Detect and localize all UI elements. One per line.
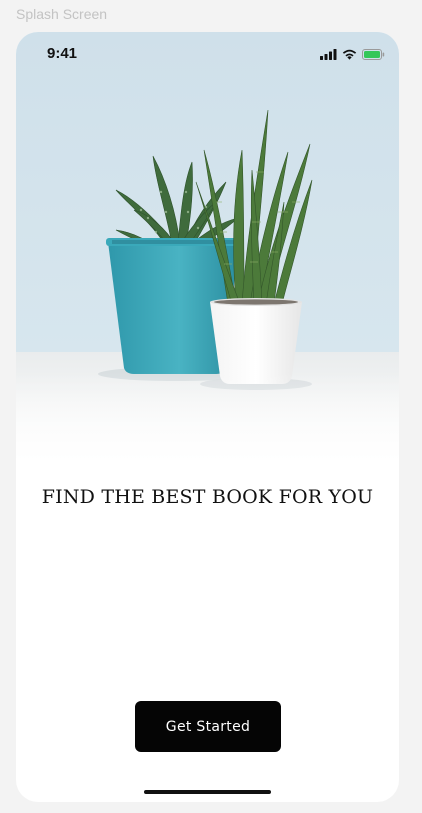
wifi-icon — [342, 47, 357, 65]
status-bar: 9:41 — [16, 32, 399, 76]
cellular-signal-icon — [320, 47, 337, 65]
status-icons — [320, 47, 385, 65]
frame-label: Splash Screen — [16, 6, 108, 22]
home-indicator[interactable] — [144, 790, 271, 794]
status-time: 9:41 — [47, 45, 78, 62]
phone-screen: 9:41 FIND THE BEST BOOK FOR YOU Get Star… — [16, 32, 399, 802]
headline: FIND THE BEST BOOK FOR YOU — [41, 486, 374, 508]
hero-image — [16, 32, 399, 472]
get-started-button[interactable]: Get Started — [135, 701, 281, 752]
battery-icon — [362, 47, 385, 65]
